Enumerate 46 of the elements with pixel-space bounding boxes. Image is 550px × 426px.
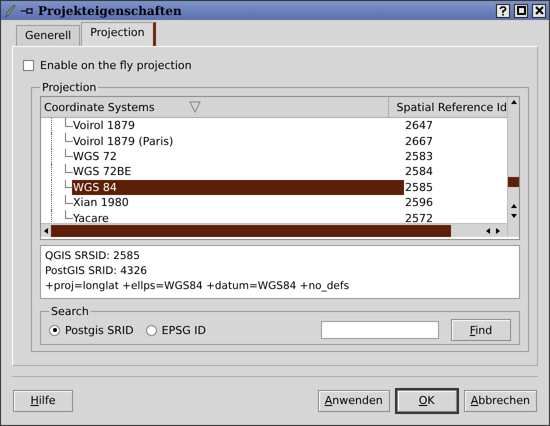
radio-button[interactable]: [146, 324, 157, 336]
dialog-button[interactable]: Hilfe: [13, 390, 73, 412]
group-title: Search: [50, 305, 90, 318]
find-button[interactable]: Find: [451, 319, 511, 341]
dialog-button[interactable]: Anwenden: [318, 390, 390, 412]
tree-item[interactable]: WGS 72: [72, 148, 404, 164]
info-line: QGIS SRSID: 2585: [45, 249, 141, 264]
radio-button[interactable]: [49, 324, 60, 336]
info-line: PostGIS SRID: 4326: [45, 264, 148, 279]
table-cell: 2572: [404, 212, 433, 223]
tree-item[interactable]: Xian 1980: [72, 194, 404, 210]
tree-item[interactable]: Yacare: [72, 210, 404, 223]
pencil-icon: [4, 4, 16, 18]
horizontal-scrollbar[interactable]: [41, 223, 507, 237]
radio-label[interactable]: EPSG ID: [162, 324, 206, 336]
table-cell: 2596: [404, 196, 433, 210]
scrollbar-thumb[interactable]: [51, 224, 451, 236]
table-cell: 2585: [404, 180, 433, 194]
table-cell: 2584: [404, 165, 433, 178]
table-cell: 2583: [404, 150, 433, 163]
pin-icon[interactable]: [20, 6, 34, 16]
coordinate-system-tree[interactable]: Coordinate Systems Spatial Reference Id Voirol 1879 2647 Voirol 1879 (Paris) 2667 WGS 72 2583 WGS 72BE 2584 WGS 84 2585 Xian 1980 2596 Yacare 2572: [40, 96, 520, 240]
table-cell: 2647: [404, 119, 433, 132]
tree-item[interactable]: Voirol 1879: [72, 118, 404, 134]
tree-item[interactable]: Voirol 1879 (Paris): [72, 133, 404, 149]
close-icon[interactable]: [532, 4, 546, 18]
dialog-button[interactable]: Abbrechen: [464, 390, 537, 412]
info-line: +proj=longlat +ellps=WGS84 +datum=WGS84 +no_defs: [45, 279, 350, 294]
maximize-icon[interactable]: [514, 4, 528, 18]
table-cell: 2667: [404, 134, 433, 148]
radio-label[interactable]: Postgis SRID: [65, 324, 134, 336]
search-field[interactable]: [321, 321, 439, 339]
dialog-button[interactable]: OK: [396, 390, 457, 412]
tab[interactable]: Projection: [81, 22, 156, 46]
scrollbar-thumb[interactable]: [508, 177, 519, 187]
checkbox[interactable]: [23, 60, 34, 70]
column-header[interactable]: Coordinate Systems: [41, 97, 388, 117]
vertical-scrollbar[interactable]: [507, 97, 519, 237]
checkbox-label[interactable]: Enable on the fly projection: [40, 58, 192, 72]
tree-item[interactable]: WGS 72BE: [72, 164, 404, 180]
help-icon[interactable]: [496, 4, 510, 18]
sort-indicator-icon: [188, 101, 201, 113]
tree-item[interactable]: WGS 84: [72, 180, 404, 195]
tab[interactable]: Generell: [16, 25, 80, 46]
group-title: Projection: [41, 81, 98, 94]
window-title: Projekteigenschaften: [38, 4, 183, 18]
